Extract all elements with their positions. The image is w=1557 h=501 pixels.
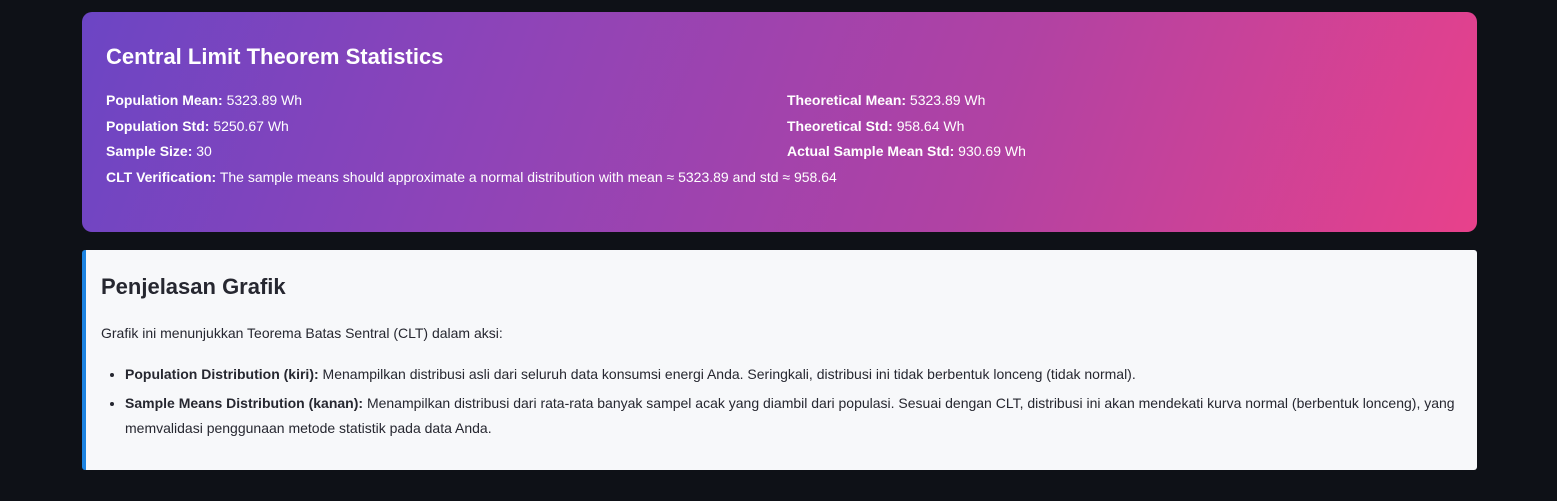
chart-explanation-title: Penjelasan Grafik xyxy=(101,274,286,299)
theoretical-mean-value: 5323.89 Wh xyxy=(909,92,986,108)
population-std-label: Population Std: xyxy=(106,117,210,134)
sample-size-row: Sample Size: 30 xyxy=(106,139,787,165)
theoretical-std-row: Theoretical Std: 958.64 Wh xyxy=(787,114,1453,140)
list-item: Population Distribution (kiri): Menampil… xyxy=(125,362,1457,387)
clt-verification-label: CLT Verification: xyxy=(106,169,217,186)
chart-explanation-card: Penjelasan Grafik Grafik ini menunjukkan… xyxy=(82,250,1477,470)
chart-explanation-intro: Grafik ini menunjukkan Teorema Batas Sen… xyxy=(101,325,503,341)
clt-verification-row: CLT Verification: The sample means shoul… xyxy=(106,165,1453,191)
population-mean-value: 5323.89 Wh xyxy=(226,92,303,108)
actual-sample-mean-std-row: Actual Sample Mean Std: 930.69 Wh xyxy=(787,139,1453,165)
population-distribution-label: Population Distribution (kiri): xyxy=(125,366,319,382)
clt-statistics-title: Central Limit Theorem Statistics xyxy=(106,44,444,69)
population-std-value: 5250.67 Wh xyxy=(213,117,289,134)
actual-sample-mean-std-label: Actual Sample Mean Std: xyxy=(787,143,955,160)
clt-verification-text: The sample means should approximate a no… xyxy=(219,169,837,186)
list-item: Sample Means Distribution (kanan): Menam… xyxy=(125,391,1457,441)
chart-explanation-list: Population Distribution (kiri): Menampil… xyxy=(101,362,1457,441)
theoretical-std-label: Theoretical Std: xyxy=(787,117,893,134)
sample-size-label: Sample Size: xyxy=(106,143,193,160)
population-mean-label: Population Mean: xyxy=(106,92,223,108)
theoretical-mean-row: Theoretical Mean: 5323.89 Wh xyxy=(787,88,1453,114)
population-mean-row: Population Mean: 5323.89 Wh xyxy=(106,88,787,114)
clt-statistics-card: Central Limit Theorem Statistics Populat… xyxy=(82,12,1477,232)
sample-means-distribution-label: Sample Means Distribution (kanan): xyxy=(125,395,364,411)
population-distribution-text: Menampilkan distribusi asli dari seluruh… xyxy=(322,366,1136,382)
clt-statistics-grid: Population Mean: 5323.89 Wh Theoretical … xyxy=(106,88,1453,165)
theoretical-mean-label: Theoretical Mean: xyxy=(787,92,907,108)
sample-size-value: 30 xyxy=(196,143,212,160)
theoretical-std-value: 958.64 Wh xyxy=(896,117,965,134)
population-std-row: Population Std: 5250.67 Wh xyxy=(106,114,787,140)
actual-sample-mean-std-value: 930.69 Wh xyxy=(958,143,1026,160)
